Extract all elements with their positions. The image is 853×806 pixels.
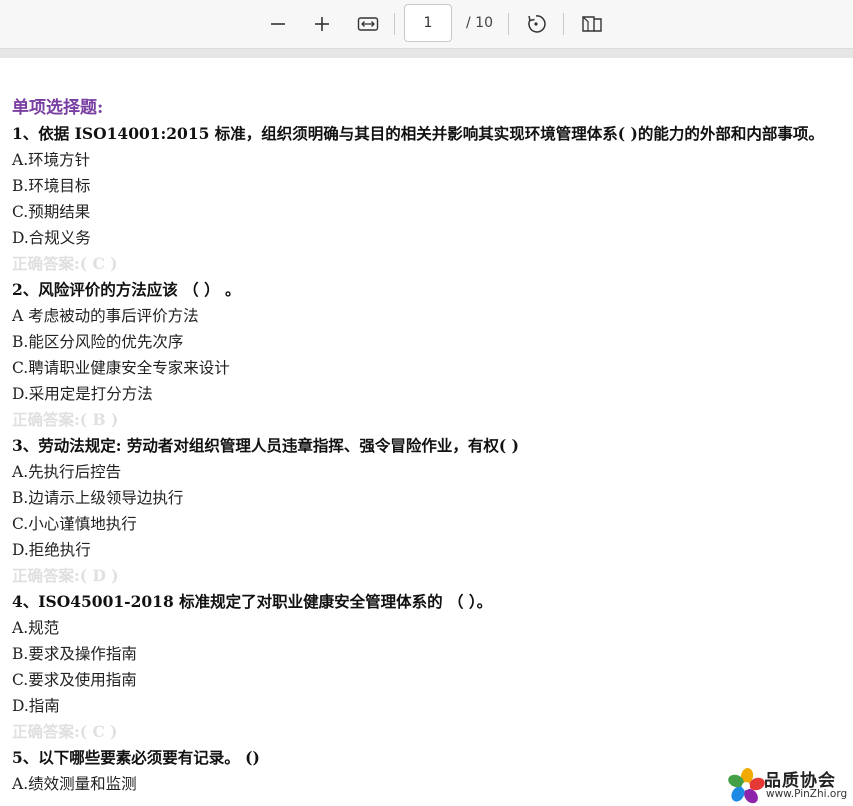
answer-text: 正确答案:( C ): [12, 254, 118, 273]
option-text: A.绩效测量和监测: [12, 775, 137, 793]
section-heading: 单项选择题:: [12, 98, 104, 118]
fit-width-icon: [357, 17, 379, 31]
option-text: A.环境方针: [12, 151, 91, 169]
option-text: D.采用定是打分方法: [12, 385, 153, 403]
question-text: 4、ISO45001-2018 标准规定了对职业健康安全管理体系的 （ ）。: [12, 592, 493, 611]
watermark-url: www.PinZhi.org: [766, 788, 848, 800]
fit-width-button[interactable]: [352, 8, 384, 40]
zoom-out-icon: [271, 23, 285, 25]
option-text: B.要求及操作指南: [12, 645, 137, 663]
option-text: D.拒绝执行: [12, 541, 91, 559]
question-text: 2、风险评价的方法应该 （ ） 。: [12, 280, 241, 299]
option-text: D.指南: [12, 697, 60, 715]
answer-text: 正确答案:( B ): [12, 410, 119, 429]
question-text: 3、劳动法规定: 劳动者对组织管理人员违章指挥、强令冒险作业，有权( ): [12, 436, 519, 455]
total-pages-label: / 10: [466, 15, 493, 31]
zoom-in-button[interactable]: [306, 8, 338, 40]
toolbar-separator: [563, 13, 564, 35]
page-number-input[interactable]: [404, 4, 452, 42]
page-gap: [0, 49, 853, 58]
option-text: A 考虑被动的事后评价方法: [12, 307, 199, 325]
toolbar-separator: [508, 13, 509, 35]
option-text: B.能区分风险的优先次序: [12, 333, 184, 351]
option-text: A.先执行后控告: [12, 463, 122, 481]
rotate-icon: [528, 15, 546, 33]
option-text: C.小心谨慎地执行: [12, 515, 137, 533]
option-text: B.边请示上级领导边执行: [12, 489, 184, 507]
site-watermark: 品质协会 www.PinZhi.org: [728, 766, 853, 806]
toolbar-separator: [394, 13, 395, 35]
option-text: C.聘请职业健康安全专家来设计: [12, 359, 230, 377]
option-text: C.要求及使用指南: [12, 671, 137, 689]
zoom-in-icon: [315, 17, 329, 31]
option-text: C.预期结果: [12, 203, 91, 221]
option-text: B.环境目标: [12, 177, 91, 195]
document-page: 单项选择题: 1、依据 ISO14001:2015 标准，组织须明确与其目的相关…: [12, 95, 848, 797]
question-text: 1、依据 ISO14001:2015 标准，组织须明确与其目的相关并影响其实现环…: [12, 124, 824, 143]
two-page-view-icon: [582, 16, 602, 32]
answer-text: 正确答案:( C ): [12, 722, 118, 741]
page-view-button[interactable]: [576, 8, 608, 40]
answer-text: 正确答案:( D ): [12, 566, 119, 585]
flower-logo-icon: [728, 768, 765, 804]
option-text: D.合规义务: [12, 229, 91, 247]
question-text: 5、以下哪些要素必须要有记录。 (): [12, 748, 260, 767]
zoom-out-button[interactable]: [262, 8, 294, 40]
rotate-button[interactable]: [520, 8, 552, 40]
pdf-toolbar: / 10: [0, 0, 853, 49]
option-text: A.规范: [12, 619, 60, 637]
